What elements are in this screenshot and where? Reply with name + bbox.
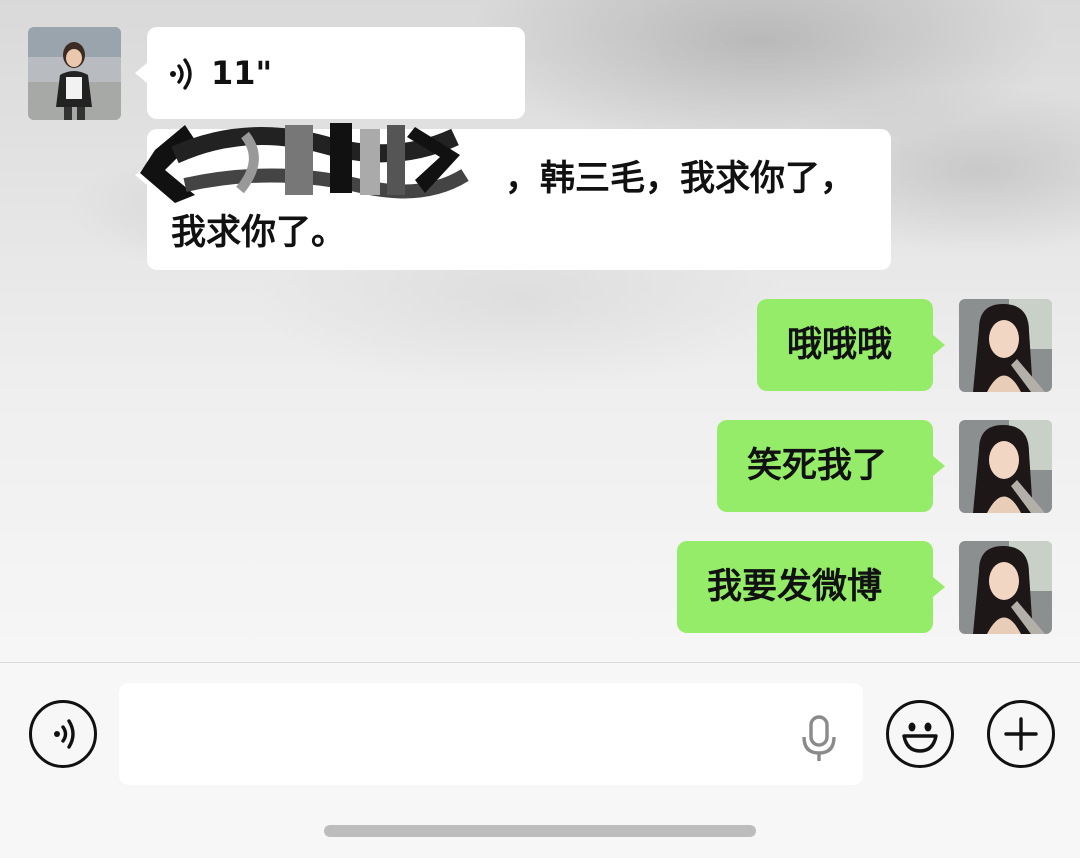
bubble-tail (135, 63, 147, 83)
bubble-tail (933, 577, 945, 597)
my-avatar[interactable] (959, 420, 1052, 513)
message-input[interactable] (119, 683, 863, 785)
input-bar (0, 662, 1080, 858)
my-avatar-photo (959, 541, 1052, 634)
voice-wave-icon (170, 58, 192, 90)
voice-message-bubble[interactable]: 11" (135, 27, 525, 119)
sent-text-bubble[interactable]: 我要发微博 (677, 541, 945, 633)
bubble-tail (933, 456, 945, 476)
emoji-icon (902, 722, 938, 753)
received-text-line1: ，韩三毛，我求你了， (505, 159, 856, 199)
home-indicator[interactable] (324, 825, 756, 837)
sent-text: 哦哦哦 (787, 325, 893, 365)
received-text-line2: 我求你了。 (171, 213, 347, 253)
sent-text-bubble[interactable]: 笑死我了 (717, 420, 945, 512)
plus-icon (1004, 717, 1038, 751)
my-avatar[interactable] (959, 299, 1052, 392)
sent-text: 我要发微博 (707, 567, 883, 607)
emoji-button[interactable] (886, 700, 954, 768)
friend-avatar-photo (28, 27, 121, 120)
voice-toggle-button[interactable] (29, 700, 97, 768)
bubble-tail (933, 335, 945, 355)
friend-avatar[interactable] (28, 27, 121, 120)
microphone-icon[interactable] (799, 713, 839, 763)
my-avatar-photo (959, 299, 1052, 392)
my-avatar-photo (959, 420, 1052, 513)
redaction-scribble (140, 123, 469, 203)
voice-duration: 11" (211, 54, 273, 92)
voice-toggle-icon (54, 719, 75, 749)
more-button[interactable] (987, 700, 1055, 768)
sent-text-bubble[interactable]: 哦哦哦 (757, 299, 945, 391)
my-avatar[interactable] (959, 541, 1052, 634)
sent-text: 笑死我了 (747, 446, 888, 486)
received-text-bubble[interactable]: ，韩三毛，我求你了， 我求你了。 (135, 123, 891, 270)
